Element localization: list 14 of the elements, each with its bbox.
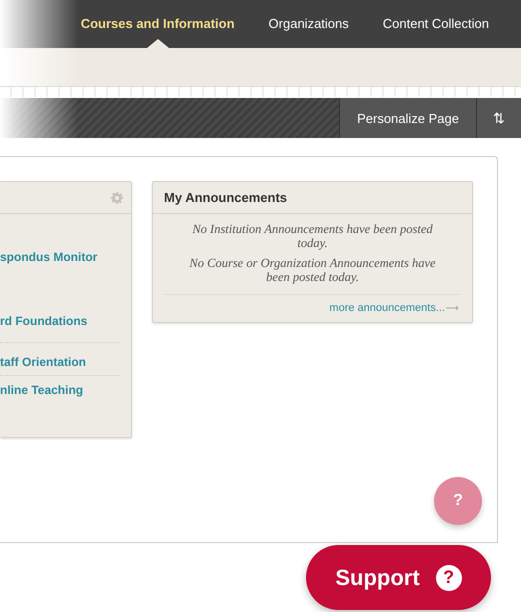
support-button[interactable]: Support ?: [306, 545, 491, 610]
announcement-message: No Course or Organization Announcements have been posted today.: [188, 256, 437, 284]
help-icon: ?: [436, 564, 462, 590]
course-link[interactable]: spondus Monitor: [0, 250, 120, 264]
module-title: My Announcements: [153, 182, 472, 214]
course-link[interactable]: taff Orientation: [0, 343, 120, 376]
more-announcements-link[interactable]: more announcements...: [329, 302, 445, 314]
reorder-button[interactable]: ⇅: [476, 98, 521, 138]
course-link[interactable]: nline Teaching: [0, 376, 120, 397]
announcement-message: No Institution Announcements have been posted today.: [191, 222, 434, 250]
personalize-page-button[interactable]: Personalize Page: [339, 98, 476, 138]
nav-tab[interactable]: Organizations: [268, 16, 349, 30]
course-link[interactable]: rd Foundations: [0, 314, 120, 343]
nav-tab[interactable]: Content Collection: [382, 16, 489, 30]
